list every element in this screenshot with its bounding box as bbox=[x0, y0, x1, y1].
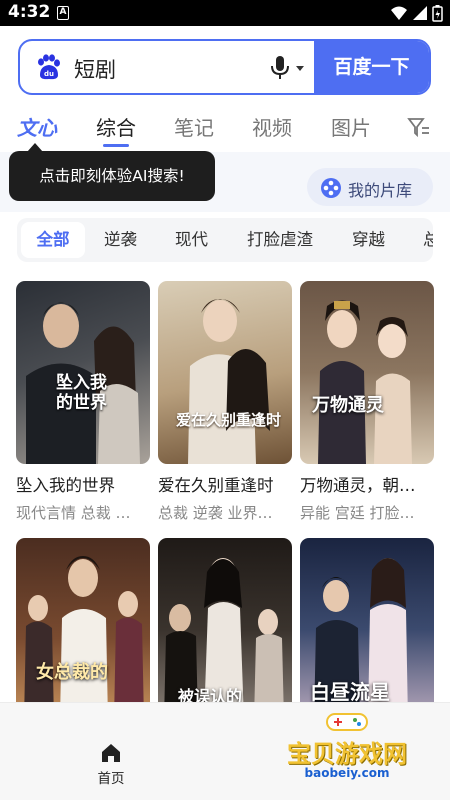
drama-poster[interactable]: 爱在久别重逢时 bbox=[158, 281, 292, 464]
microphone-icon[interactable] bbox=[270, 55, 290, 81]
drama-poster[interactable]: 白昼流星 bbox=[300, 538, 434, 721]
drama-tags: 现代言情 总裁 … bbox=[16, 504, 131, 522]
search-box[interactable]: du 短剧 百度一下 bbox=[18, 39, 431, 95]
notification-icon: A bbox=[57, 6, 69, 20]
poster-title-text: 万物通灵 bbox=[312, 395, 384, 416]
category-chuanyue[interactable]: 穿越 bbox=[352, 218, 385, 262]
tab-zonghe[interactable]: 综合 bbox=[96, 112, 136, 141]
signal-icon bbox=[413, 6, 427, 20]
my-library-button[interactable]: 我的片库 bbox=[307, 168, 433, 206]
nav-home[interactable]: 首页 bbox=[88, 743, 134, 791]
baidu-paw-icon: du bbox=[38, 54, 60, 80]
tab-biji[interactable]: 笔记 bbox=[174, 112, 214, 141]
search-input[interactable]: 短剧 bbox=[74, 54, 116, 84]
ai-search-tooltip[interactable]: 点击即刻体验AI搜索! bbox=[9, 151, 215, 201]
drama-poster[interactable]: 女总裁的 bbox=[16, 538, 150, 721]
filter-icon[interactable] bbox=[407, 116, 431, 138]
tab-shipin[interactable]: 视频 bbox=[252, 112, 292, 141]
drama-poster[interactable]: 坠入我的世界 bbox=[16, 281, 150, 464]
my-library-label: 我的片库 bbox=[348, 181, 413, 200]
site-watermark: 宝贝游戏网 baobeiy.com bbox=[272, 710, 422, 796]
film-reel-icon bbox=[321, 178, 341, 198]
drama-tags: 总裁 逆袭 业界… bbox=[158, 504, 273, 522]
status-time: 4:32 bbox=[8, 2, 51, 22]
gamepad-icon bbox=[326, 713, 368, 731]
poster-title-text: 女总裁的 bbox=[36, 662, 108, 683]
poster-title-text: 坠入我的世界 bbox=[56, 373, 107, 413]
drama-poster[interactable]: 被误认的 bbox=[158, 538, 292, 721]
home-icon bbox=[102, 744, 120, 762]
search-tabs: 文心 综合 笔记 视频 图片 bbox=[0, 108, 450, 148]
tab-tupian[interactable]: 图片 bbox=[331, 112, 371, 141]
poster-art bbox=[188, 299, 270, 464]
poster-art bbox=[318, 300, 412, 464]
category-all[interactable]: 全部 bbox=[21, 222, 85, 258]
drama-title[interactable]: 坠入我的世界 bbox=[16, 472, 150, 496]
drama-tags: 异能 宫廷 打脸… bbox=[300, 504, 415, 522]
category-nixi[interactable]: 逆袭 bbox=[104, 218, 137, 262]
status-bar: 4:32 A bbox=[0, 0, 450, 26]
category-dalian-nuezha[interactable]: 打脸虐渣 bbox=[247, 218, 313, 262]
category-filter-bar: 全部 逆袭 现代 打脸虐渣 穿越 总 bbox=[17, 218, 433, 262]
nav-home-label: 首页 bbox=[97, 771, 125, 787]
drama-title[interactable]: 爱在久别重逢时 bbox=[158, 472, 292, 496]
poster-title-text: 白昼流星 bbox=[310, 680, 390, 704]
poster-art bbox=[24, 556, 144, 721]
active-tab-indicator bbox=[103, 144, 129, 147]
search-button[interactable]: 百度一下 bbox=[314, 41, 429, 93]
tab-wenxin[interactable]: 文心 bbox=[17, 112, 57, 141]
drama-title[interactable]: 万物通灵，朝… bbox=[300, 472, 434, 496]
wifi-icon bbox=[391, 6, 407, 20]
poster-title-text: 爱在久别重逢时 bbox=[176, 411, 282, 429]
drama-poster[interactable]: 万物通灵 bbox=[300, 281, 434, 464]
category-xiandai[interactable]: 现代 bbox=[175, 218, 208, 262]
watermark-text: 宝贝游戏网 bbox=[287, 740, 407, 768]
category-zong[interactable]: 总 bbox=[423, 218, 433, 262]
svg-text:du: du bbox=[44, 70, 54, 78]
battery-icon bbox=[432, 5, 443, 22]
watermark-url: baobeiy.com bbox=[304, 766, 390, 780]
chevron-down-icon[interactable] bbox=[296, 66, 304, 71]
